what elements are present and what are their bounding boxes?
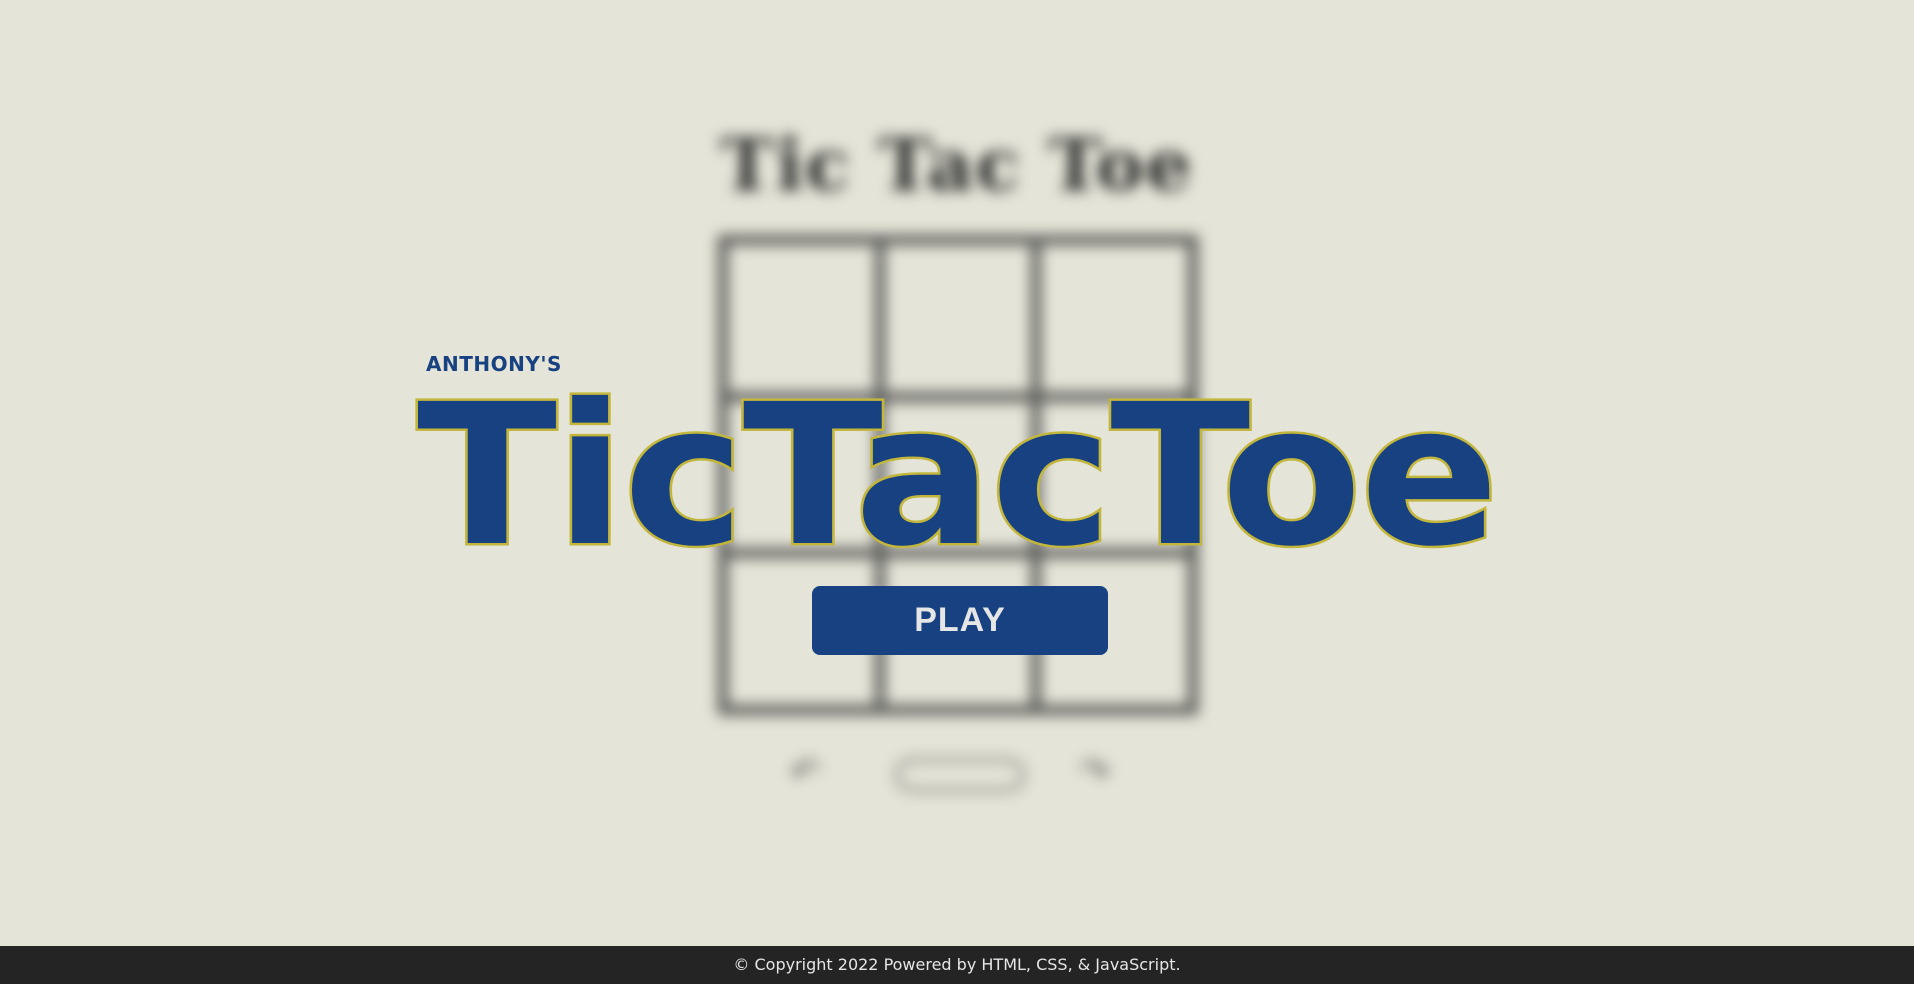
undo-icon: ↶ [790,752,821,793]
footer-copyright: © Copyright 2022 Powered by HTML, CSS, &… [733,955,1181,974]
app-stage: Tic Tac Toe ↶ ↷ ANTHONY'S TicTacToe PLAY [0,0,1914,946]
splash-logo: TicTacToe [415,360,1502,592]
game-controls: ↶ ↷ [790,752,1130,802]
reset-button [895,758,1025,792]
footer: © Copyright 2022 Powered by HTML, CSS, &… [0,946,1914,984]
splash-logo-text: TicTacToe [417,362,1497,589]
background-game-title: Tic Tac Toe [720,122,1194,207]
play-button[interactable]: PLAY [812,586,1108,655]
redo-icon: ↷ [1080,752,1111,793]
